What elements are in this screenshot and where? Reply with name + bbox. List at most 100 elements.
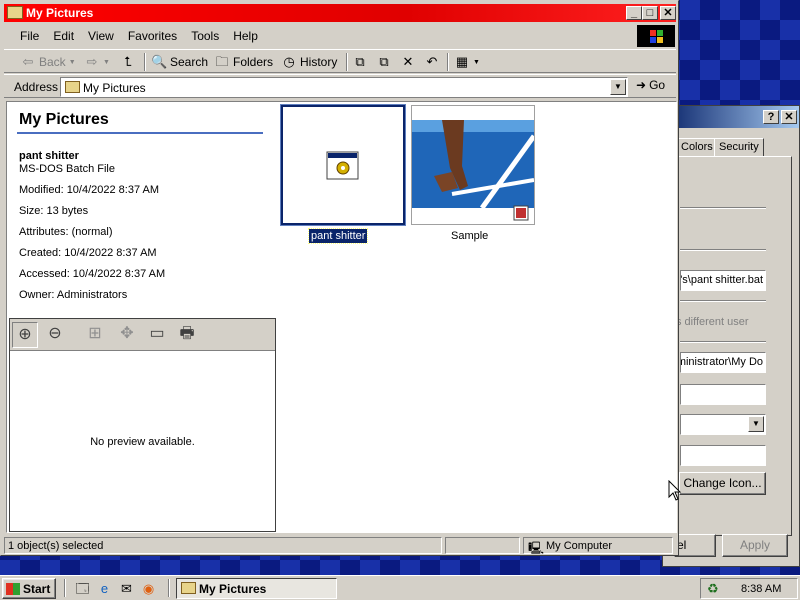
close-button[interactable]: ✕	[660, 6, 676, 20]
go-button[interactable]: ➜ Go	[636, 78, 665, 92]
actual-size-icon: ✥	[120, 325, 134, 342]
separator	[64, 579, 66, 597]
change-icon-button[interactable]: Change Icon...	[679, 472, 766, 495]
folder-title: My Pictures	[19, 111, 109, 128]
tab-security[interactable]: Security	[714, 138, 764, 157]
run-as-checkbox-label[interactable]: s different user	[676, 316, 749, 328]
views-button[interactable]: ▦ ▼	[454, 53, 480, 71]
window-titlebar[interactable]: My Pictures _ □ ✕	[4, 4, 676, 22]
menu-file[interactable]: File	[13, 25, 46, 47]
dialog-close-button[interactable]: ✕	[781, 110, 797, 124]
start-in-field[interactable]: dministrator\My Do	[680, 352, 766, 373]
delete-button[interactable]: ✕	[400, 53, 416, 71]
file-label-pant-shitter[interactable]: pant shitter	[307, 228, 369, 244]
up-folder-icon: ⮤	[124, 54, 132, 69]
tab-colors[interactable]: Colors	[676, 138, 718, 157]
history-icon: ◷	[283, 54, 295, 69]
menu-view[interactable]: View	[81, 25, 121, 47]
minimize-button[interactable]: _	[626, 6, 642, 20]
outlook-express-icon[interactable]: ✉	[118, 580, 135, 597]
menu-edit[interactable]: Edit	[46, 25, 81, 47]
preview-toolbar: ⊕ ⊖ ⊞ ✥ ▭ 🖶	[10, 319, 275, 351]
menu-tools[interactable]: Tools	[184, 25, 226, 47]
menu-bar: File Edit View Favorites Tools Help	[4, 25, 634, 47]
tray-app-icon[interactable]: ♻	[707, 581, 719, 597]
windows-logo-icon	[6, 582, 20, 595]
history-button[interactable]: ◷ History	[281, 53, 337, 71]
chevron-down-icon[interactable]: ▼	[610, 79, 626, 95]
file-attributes: Attributes: (normal)	[19, 226, 113, 238]
zoom-out-icon: ⊖	[48, 325, 62, 342]
target-field[interactable]: s\pant shitter.bat"	[680, 270, 766, 291]
title-underline	[17, 132, 263, 134]
chevron-down-icon: ▼	[68, 58, 76, 66]
address-bar: Address My Pictures ▼ ➜ Go	[4, 74, 676, 98]
firefox-icon[interactable]: ◉	[140, 580, 157, 597]
taskbar-button-my-pictures[interactable]: My Pictures	[176, 578, 337, 599]
apply-button[interactable]: Apply	[722, 534, 788, 557]
menu-help[interactable]: Help	[226, 25, 265, 47]
copy-to-icon: ⧉	[379, 54, 389, 69]
divider	[680, 300, 766, 302]
delete-icon: ✕	[402, 54, 414, 69]
file-accessed: Accessed: 10/4/2022 8:37 AM	[19, 268, 166, 280]
move-to-icon: ⧉	[355, 54, 365, 69]
no-preview-text: No preview available.	[90, 436, 195, 448]
system-tray: ♻ 8:38 AM	[700, 578, 798, 599]
folder-icon	[7, 6, 23, 19]
address-input[interactable]: My Pictures ▼	[60, 77, 628, 97]
folders-button[interactable]: 🗀 Folders	[214, 53, 273, 71]
status-blank	[445, 537, 520, 554]
search-button[interactable]: 🔍 Search	[151, 53, 208, 71]
internet-explorer-icon[interactable]: e	[96, 580, 113, 597]
comment-field[interactable]	[680, 445, 766, 466]
print-icon: 🖶	[179, 325, 195, 342]
separator	[168, 579, 170, 597]
file-label-sample[interactable]: Sample	[449, 229, 490, 243]
best-fit-button[interactable]: ⊞	[82, 322, 108, 348]
forward-button[interactable]: ⇨ ▼	[84, 53, 110, 71]
web-view-pane: My Pictures pant shitter MS-DOS Batch Fi…	[7, 102, 279, 532]
go-arrow-icon: ➜	[636, 78, 647, 92]
standard-toolbar: ⇦ Back ▼ ⇨ ▼ ⮤ 🔍 Search 🗀 Folders ◷ Hist…	[4, 49, 676, 73]
file-name: pant shitter	[19, 150, 79, 162]
help-button[interactable]: ?	[763, 110, 779, 124]
chevron-down-icon[interactable]: ▼	[748, 416, 764, 432]
undo-icon: ↶	[426, 54, 438, 69]
full-screen-icon: ▭	[149, 325, 165, 342]
separator	[144, 53, 146, 71]
back-button[interactable]: ⇦ Back ▼	[20, 53, 76, 71]
up-folder-button[interactable]: ⮤	[120, 53, 136, 71]
divider	[680, 249, 766, 251]
maximize-button[interactable]: □	[642, 6, 658, 20]
file-created: Created: 10/4/2022 8:37 AM	[19, 247, 157, 259]
chevron-down-icon: ▼	[473, 58, 480, 66]
file-type: MS-DOS Batch File	[19, 163, 115, 175]
menu-favorites[interactable]: Favorites	[121, 25, 184, 47]
image-preview: ⊕ ⊖ ⊞ ✥ ▭ 🖶 No preview available.	[9, 318, 276, 532]
zoom-in-button[interactable]: ⊕	[12, 322, 38, 348]
print-button[interactable]: 🖶	[174, 322, 200, 348]
show-desktop-icon[interactable]: 🗔	[74, 580, 91, 597]
forward-arrow-icon: ⇨	[86, 54, 98, 69]
run-select[interactable]: ▼	[680, 414, 766, 435]
zoom-out-button[interactable]: ⊖	[42, 322, 68, 348]
my-computer-icon: 🖳	[528, 541, 545, 555]
copy-to-button[interactable]: ⧉	[376, 53, 392, 71]
full-screen-button[interactable]: ▭	[144, 322, 170, 348]
undo-button[interactable]: ↶	[424, 53, 440, 71]
folder-icon	[181, 582, 196, 594]
views-icon: ▦	[455, 54, 469, 69]
windows-logo-icon	[637, 25, 675, 47]
move-to-button[interactable]: ⧉	[352, 53, 368, 71]
explorer-window: My Pictures _ □ ✕ File Edit View Favorites T…	[0, 0, 679, 556]
actual-size-button[interactable]: ✥	[114, 322, 140, 348]
dialog-titlebar: ? ✕	[663, 106, 799, 128]
separator	[346, 53, 348, 71]
start-button[interactable]: Start	[2, 578, 56, 599]
file-thumbnail-sample[interactable]	[411, 105, 537, 225]
file-thumbnail-pant-shitter[interactable]	[281, 105, 405, 225]
cancel-button[interactable]: el	[674, 534, 716, 557]
shortcut-key-field[interactable]	[680, 384, 766, 405]
clock[interactable]: 8:38 AM	[741, 583, 781, 595]
